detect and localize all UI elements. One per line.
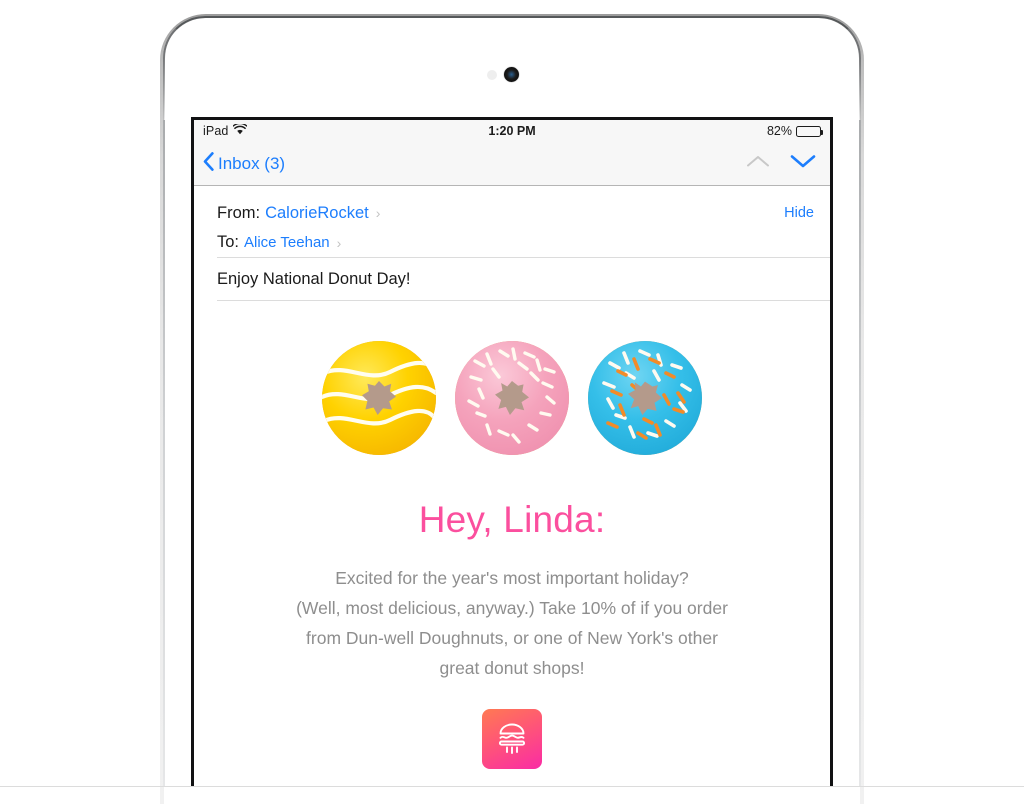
chevron-left-icon <box>203 151 214 176</box>
wifi-icon <box>232 122 248 138</box>
yellow-donut <box>320 339 438 457</box>
from-label: From: <box>217 203 261 222</box>
back-to-inbox-button[interactable]: Inbox (3) <box>203 151 286 176</box>
ambient-light-sensor-icon <box>487 70 497 80</box>
battery-icon <box>796 125 823 137</box>
chevron-right-icon: › <box>336 234 342 251</box>
body-line: (Well, most delicious, anyway.) Take 10%… <box>296 598 728 618</box>
body-line: Excited for the year's most important ho… <box>335 568 689 588</box>
page-bottom-rule <box>0 786 1024 787</box>
message-pager <box>746 153 816 174</box>
mail-nav-bar: Inbox (3) <box>194 142 830 186</box>
body-paragraph: Excited for the year's most important ho… <box>194 563 830 683</box>
body-line: great donut shops! <box>439 658 585 678</box>
pink-donut <box>453 339 571 457</box>
chevron-up-icon[interactable] <box>746 154 770 173</box>
to-recipient-link[interactable]: Alice Teehan <box>244 234 330 251</box>
ipad-bezel-left-edge <box>163 120 165 786</box>
camera-lens-icon <box>504 67 519 82</box>
status-bar-left: iPad <box>203 122 248 138</box>
from-row: From: CalorieRocket › Hide <box>217 186 830 228</box>
status-carrier-label: iPad <box>203 124 229 138</box>
to-row: To: Alice Teehan › <box>217 228 830 257</box>
email-body: Hey, Linda: Excited for the year's most … <box>194 301 830 769</box>
greeting-heading: Hey, Linda: <box>418 499 606 540</box>
back-to-inbox-label: Inbox (3) <box>218 153 286 173</box>
ipad-screen: iPad 1:20 PM 82% Inbox (3) From: Calorie… <box>194 120 830 786</box>
from-sender-link[interactable]: CalorieRocket <box>265 204 369 223</box>
chevron-down-icon[interactable] <box>790 153 816 174</box>
ipad-screen-frame: iPad 1:20 PM 82% Inbox (3) From: Calorie… <box>191 117 833 786</box>
battery-cap <box>821 129 823 135</box>
status-clock: 1:20 PM <box>488 124 536 138</box>
to-label: To: <box>217 233 240 251</box>
status-bar: iPad 1:20 PM 82% <box>194 120 830 142</box>
mail-header: From: CalorieRocket › Hide To: Alice Tee… <box>194 186 830 257</box>
blue-donut <box>586 339 704 457</box>
ipad-bezel-right-edge <box>859 120 861 786</box>
burger-rocket-logo-icon[interactable] <box>482 709 542 769</box>
status-bar-right: 82% <box>766 124 823 138</box>
chevron-right-icon: › <box>375 205 381 221</box>
body-line: from Dun-well Doughnuts, or one of New Y… <box>306 628 718 648</box>
subject-line: Enjoy National Donut Day! <box>194 258 830 300</box>
hide-details-button[interactable]: Hide <box>784 205 814 221</box>
donut-photo <box>194 339 830 457</box>
logo-container <box>194 709 830 769</box>
screenshot-canvas: iPad 1:20 PM 82% Inbox (3) From: Calorie… <box>0 0 1024 808</box>
battery-percent-label: 82% <box>766 124 792 138</box>
